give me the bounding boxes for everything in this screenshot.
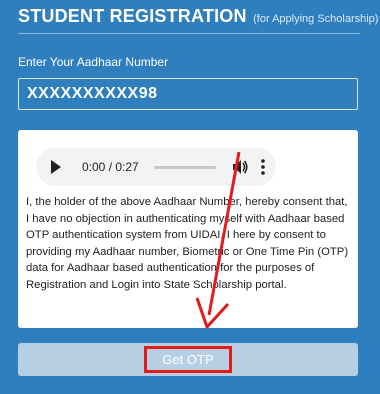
audio-progress-slider[interactable] xyxy=(154,166,216,169)
title-text: STUDENT REGISTRATION xyxy=(18,6,247,26)
audio-player[interactable]: 0:00 / 0:27 xyxy=(36,148,276,186)
audio-time: 0:00 / 0:27 xyxy=(82,160,139,174)
more-options-icon[interactable] xyxy=(260,158,266,176)
volume-icon[interactable] xyxy=(231,158,249,176)
audio-current-time: 0:00 xyxy=(82,160,106,174)
aadhaar-label: Enter Your Aadhaar Number xyxy=(18,55,169,69)
play-icon[interactable] xyxy=(51,160,61,174)
consent-text: I, the holder of the above Aadhaar Numbe… xyxy=(26,196,349,291)
audio-duration: 0:27 xyxy=(115,160,139,174)
aadhaar-number-input[interactable] xyxy=(18,78,358,110)
get-otp-button[interactable]: Get OTP xyxy=(144,346,232,373)
otp-button-bar: Get OTP xyxy=(18,343,358,376)
consent-panel: 0:00 / 0:27 I, the holder of the above A… xyxy=(18,130,358,328)
audio-time-separator: / xyxy=(105,160,116,174)
subtitle-text: (for Applying Scholarship) xyxy=(253,13,379,25)
page-title: STUDENT REGISTRATION (for Applying Schol… xyxy=(18,6,378,27)
title-divider xyxy=(18,33,360,34)
